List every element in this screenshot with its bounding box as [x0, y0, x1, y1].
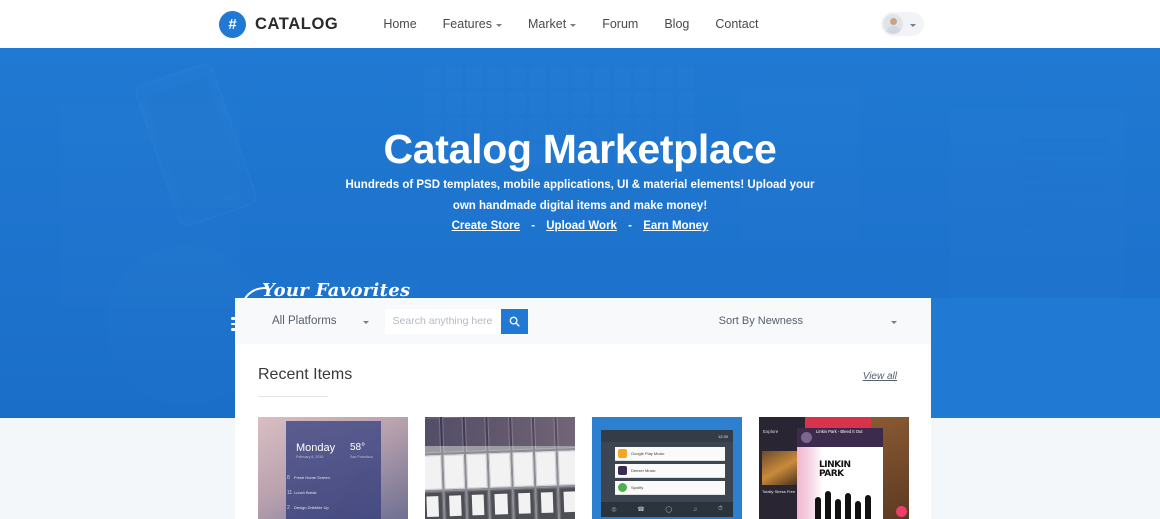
page-title: Recent Items — [258, 366, 353, 397]
hero-link-earn-money[interactable]: Earn Money — [643, 220, 708, 232]
section-header: Recent Items View all — [235, 344, 931, 397]
card1-day: Monday — [296, 442, 336, 454]
player-header: Linkin Park - Bleed It Out Uploaded by B… — [797, 428, 883, 452]
user-menu-button[interactable] — [881, 12, 924, 36]
car-nav-bar: ◎ ☎ ◯ ♫ ⏱ — [601, 502, 733, 517]
hero-link-create-store[interactable]: Create Store — [452, 220, 520, 232]
status-bar: 12:30 — [601, 430, 733, 442]
apps-icon[interactable]: ◎ — [611, 506, 616, 513]
nav-item-market[interactable]: Market — [515, 17, 589, 31]
album-avatar — [801, 432, 812, 443]
chevron-down-icon — [910, 23, 916, 27]
hero-cta-links: Create Store - Upload Work - Earn Money — [0, 220, 1160, 232]
home-icon[interactable]: ◯ — [665, 506, 672, 513]
ui-kit-screen-grid — [425, 417, 575, 519]
recent-items-grid: Monday February 8, 2016 58° San Francisc… — [258, 417, 909, 519]
power-icon[interactable]: ⏱ — [718, 506, 723, 513]
card1-event-title-1: Fresh Home Screen — [294, 475, 330, 480]
artist-name: LINKIN PARK — [819, 460, 851, 479]
music-player-card[interactable]: Explore Totally Stress Free Linkin Park … — [759, 417, 909, 519]
nav-item-features[interactable]: Features — [430, 17, 515, 31]
album-art: LINKIN PARK — [797, 447, 883, 519]
music-app-label-3: Spotify — [631, 485, 644, 490]
card1-event-title-3: Design Dribbble Up — [294, 505, 329, 510]
platform-filter-label: All Platforms — [272, 315, 337, 327]
card4-caption: Totally Stress Free — [762, 489, 796, 494]
player-sheet: Linkin Park - Bleed It Out Uploaded by B… — [797, 428, 883, 519]
explore-label: Explore — [763, 429, 779, 434]
avatar — [883, 14, 903, 34]
fab-button[interactable] — [896, 506, 907, 517]
brand-logo[interactable]: # CATALOG — [219, 10, 339, 38]
search-icon — [509, 316, 520, 327]
ui-kit-screens-card[interactable] — [425, 417, 575, 519]
sort-dropdown-label: Sort By Newness — [718, 315, 803, 327]
hero-link-separator-1: - — [531, 220, 536, 232]
sort-dropdown[interactable]: Sort By Newness — [719, 315, 897, 327]
hero-right-fill — [931, 298, 1160, 418]
top-navigation-bar: # CATALOG Home Features Market Forum Blo… — [0, 0, 1160, 48]
music-app-row-3[interactable]: Spotify — [615, 481, 725, 495]
hash-logo-icon: # — [219, 10, 246, 38]
card1-event-title-2: Lunch Break — [294, 490, 317, 495]
view-all-link[interactable]: View all — [863, 371, 897, 382]
search-group — [384, 308, 528, 334]
card1-date: February 8, 2016 — [296, 455, 324, 459]
music-app-row-2[interactable]: Deezer Music — [615, 464, 725, 478]
search-toolbar: All Platforms Sort By Newness — [235, 298, 931, 344]
chevron-down-icon — [362, 320, 369, 324]
page-root: Catalog Marketplace Hundreds of PSD temp… — [0, 0, 1160, 519]
nav-right-section — [881, 12, 924, 36]
card1-event-num-3: 2 — [287, 505, 290, 511]
card1-event-num-1: 8 — [287, 475, 290, 481]
hero-subtitle: Hundreds of PSD templates, mobile applic… — [345, 179, 815, 212]
main-navigation: Home Features Market Forum Blog Contact — [370, 17, 771, 31]
brand-name: CATALOG — [255, 14, 339, 33]
card1-temp: 58° — [350, 442, 366, 453]
band-silhouette — [815, 491, 871, 519]
search-input[interactable] — [384, 308, 501, 334]
status-time: 12:30 — [717, 433, 728, 439]
spotify-icon — [618, 483, 627, 492]
nav-item-forum[interactable]: Forum — [589, 17, 651, 31]
chevron-down-icon — [496, 23, 503, 27]
car-screen: 12:30 Google Play Music Deezer Music Spo… — [601, 430, 733, 517]
search-button[interactable] — [500, 308, 528, 334]
track-title: Linkin Park - Bleed It Out — [816, 428, 863, 434]
android-auto-music-card[interactable]: 12:30 Google Play Music Deezer Music Spo… — [592, 417, 742, 519]
music-app-label-2: Deezer Music — [631, 468, 656, 473]
chevron-down-icon — [570, 23, 577, 27]
card1-location: San Francisco — [350, 455, 373, 459]
music-app-row-1[interactable]: Google Play Music — [615, 447, 725, 461]
music-app-label-1: Google Play Music — [631, 451, 665, 456]
deezer-music-icon — [618, 466, 627, 475]
guitar-photo — [762, 451, 802, 485]
weather-calendar-app-card[interactable]: Monday February 8, 2016 58° San Francisc… — [258, 417, 408, 519]
platform-filter-dropdown[interactable]: All Platforms — [272, 315, 369, 327]
card1-event-num-2: 11 — [287, 490, 293, 496]
hero-title: Catalog Marketplace — [383, 126, 777, 172]
google-play-music-icon — [618, 449, 627, 458]
nav-item-home[interactable]: Home — [370, 17, 429, 31]
hero-link-upload-work[interactable]: Upload Work — [546, 220, 617, 232]
hero-link-separator-2: - — [628, 220, 632, 232]
nav-item-blog[interactable]: Blog — [651, 17, 702, 31]
phone-icon[interactable]: ☎ — [637, 506, 644, 513]
nav-item-contact[interactable]: Contact — [702, 17, 771, 31]
chevron-down-icon — [891, 320, 897, 324]
headphones-icon[interactable]: ♫ — [693, 507, 698, 513]
